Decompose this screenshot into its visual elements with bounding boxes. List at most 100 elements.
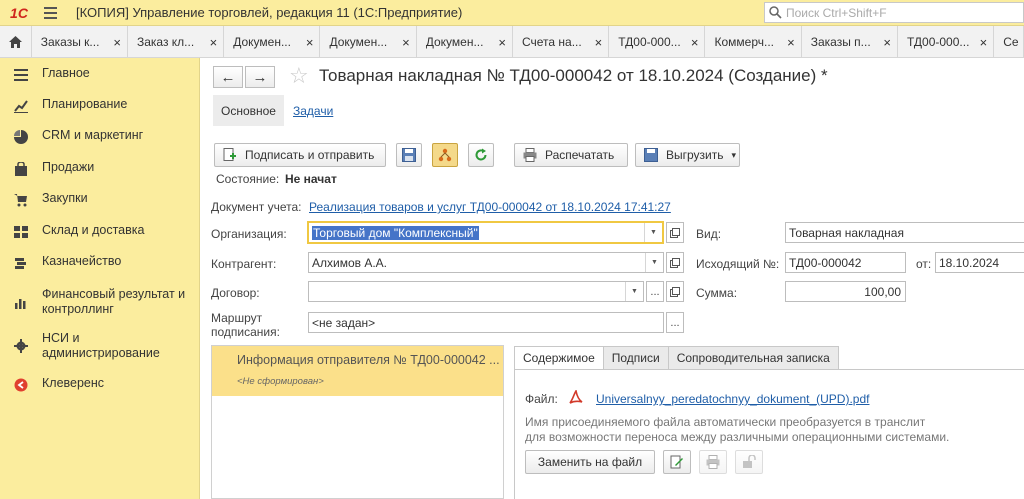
sum-field[interactable]: 100,00 <box>785 281 906 302</box>
contract-select-button[interactable]: ... <box>646 281 664 302</box>
back-button[interactable]: ← <box>213 66 243 88</box>
close-icon[interactable]: × <box>402 35 410 50</box>
sidebar-item-purchases[interactable]: Закупки <box>0 191 96 207</box>
app-title: [КОПИЯ] Управление торговлей, редакция 1… <box>76 5 463 20</box>
home-tab[interactable] <box>0 26 32 58</box>
print-file-button[interactable] <box>699 450 727 474</box>
refresh-icon <box>475 148 487 161</box>
tab-customer-order[interactable]: Заказ кл... × <box>128 26 225 58</box>
route-value: <не задан> <box>312 315 376 330</box>
open-organization-button[interactable] <box>666 222 684 243</box>
outgoing-label: Исходящий №: <box>696 257 780 271</box>
organization-field[interactable]: Торговый дом "Комплексный" ▼ <box>307 221 664 244</box>
close-icon[interactable]: × <box>210 35 218 50</box>
close-icon[interactable]: × <box>980 35 988 50</box>
kind-field[interactable]: Товарная накладная <box>785 222 1024 243</box>
bag-icon <box>15 162 27 176</box>
kind-value: Товарная накладная <box>789 225 904 240</box>
home-icon <box>8 36 22 48</box>
open-icon <box>670 257 680 268</box>
list-item[interactable]: Информация отправителя № ТД00-000042 ...… <box>212 346 503 396</box>
sidebar-item-settings[interactable]: НСИ и администрирование <box>0 331 180 361</box>
outgoing-value: ТД00-000042 <box>789 255 862 270</box>
state-label: Состояние: <box>216 172 280 186</box>
contractor-field[interactable]: Алхимов А.А. ▼ <box>308 252 664 273</box>
state-value: Не начат <box>285 172 337 186</box>
export-disk-icon <box>644 148 658 162</box>
contract-field[interactable]: ▼ <box>308 281 644 302</box>
tab-main[interactable]: Основное <box>213 95 284 126</box>
structure-button[interactable] <box>432 143 458 167</box>
close-icon[interactable]: × <box>691 35 699 50</box>
gear-icon <box>14 339 28 353</box>
tab-td00-2[interactable]: ТД00-000... × <box>898 26 995 58</box>
open-icon <box>670 286 680 297</box>
save-button[interactable] <box>396 143 422 167</box>
sidebar-item-finance[interactable]: Финансовый результат и контроллинг <box>0 287 200 317</box>
menu-icon[interactable] <box>44 0 64 26</box>
tab-documents-2[interactable]: Докумен... × <box>320 26 417 58</box>
tab-cover-note[interactable]: Сопроводительная записка <box>667 346 839 369</box>
sidebar-item-treasury[interactable]: Казначейство <box>0 254 129 270</box>
chevron-down-icon[interactable]: ▼ <box>644 223 662 242</box>
replace-file-button[interactable]: Заменить на файл <box>525 450 655 474</box>
hint-line2: для возможности переноса между различным… <box>525 430 950 444</box>
export-button[interactable]: Выгрузить ▾ <box>635 143 740 167</box>
tab-documents-3[interactable]: Докумен... × <box>417 26 513 58</box>
content-panel: Файл: Universalnyy_peredatochnyy_dokumen… <box>514 369 1024 499</box>
refresh-button[interactable] <box>468 143 494 167</box>
tab-content[interactable]: Содержимое <box>514 346 604 369</box>
sidebar-item-main[interactable]: Главное <box>0 66 98 82</box>
chevron-down-icon: ▾ <box>731 149 737 160</box>
tab-partial[interactable]: Се <box>994 26 1024 58</box>
close-icon[interactable]: × <box>113 35 121 50</box>
open-contractor-button[interactable] <box>666 252 684 273</box>
page-title: Товарная накладная № ТД00-000042 от 18.1… <box>319 66 828 85</box>
cart-icon <box>14 194 27 207</box>
open-contract-button[interactable] <box>666 281 684 302</box>
outgoing-number-field[interactable]: ТД00-000042 <box>785 252 906 273</box>
route-field[interactable]: <не задан> <box>308 312 664 333</box>
1c-logo: 1С <box>10 4 28 21</box>
forward-button[interactable]: → <box>245 66 275 88</box>
menu-lines-icon <box>14 69 28 81</box>
search-input[interactable]: Поиск Ctrl+Shift+F <box>764 2 1024 23</box>
sidebar-item-warehouse[interactable]: Склад и доставка <box>0 223 152 239</box>
sidebar-item-planning[interactable]: Планирование <box>0 97 135 113</box>
tab-orders-customers[interactable]: Заказы к... × <box>32 26 128 58</box>
search-placeholder: Поиск Ctrl+Shift+F <box>786 5 887 20</box>
file-label: Файл: <box>525 392 558 406</box>
close-icon[interactable]: × <box>498 35 506 50</box>
tab-invoices[interactable]: Счета на... × <box>513 26 610 58</box>
file-link[interactable]: Universalnyy_peredatochnyy_dokument_(UPD… <box>596 392 869 406</box>
tab-td00-1[interactable]: ТД00-000... × <box>609 26 706 58</box>
route-select-button[interactable]: ... <box>666 312 684 333</box>
tab-commercial[interactable]: Коммерч... × <box>705 26 802 58</box>
sidebar: Главное Планирование CRM и маркетинг Про… <box>0 58 200 499</box>
sidebar-item-crm[interactable]: CRM и маркетинг <box>0 128 151 144</box>
chevron-down-icon[interactable]: ▼ <box>645 253 663 272</box>
tab-documents-1[interactable]: Докумен... × <box>224 26 321 58</box>
sidebar-item-sales[interactable]: Продажи <box>0 160 102 176</box>
tab-supplier-orders[interactable]: Заказы п... × <box>802 26 898 58</box>
pdf-icon <box>569 390 583 404</box>
tab-signatures[interactable]: Подписи <box>602 346 669 369</box>
doc-link[interactable]: Реализация товаров и услуг ТД00-000042 о… <box>309 200 671 214</box>
close-icon[interactable]: × <box>595 35 603 50</box>
favorite-star-icon[interactable]: ☆ <box>289 63 309 89</box>
sign-and-send-button[interactable]: Подписать и отправить <box>214 143 386 167</box>
chevron-down-icon[interactable]: ▼ <box>625 282 643 301</box>
sidebar-item-cleverence[interactable]: Клеверенс <box>0 376 112 392</box>
edit-file-button[interactable] <box>663 450 691 474</box>
planning-icon <box>14 100 28 113</box>
print-button[interactable]: Распечатать <box>514 143 628 167</box>
date-field[interactable]: 18.10.2024 <box>935 252 1024 273</box>
close-icon[interactable]: × <box>306 35 314 50</box>
unlock-file-button[interactable] <box>735 450 763 474</box>
printer-icon <box>706 455 720 469</box>
open-tabs-bar: Заказы к... × Заказ кл... × Докумен... × До… <box>0 26 1024 58</box>
close-icon[interactable]: × <box>883 35 891 50</box>
tab-tasks[interactable]: Задачи <box>285 95 341 126</box>
close-icon[interactable]: × <box>787 35 795 50</box>
from-label: от: <box>916 257 932 271</box>
